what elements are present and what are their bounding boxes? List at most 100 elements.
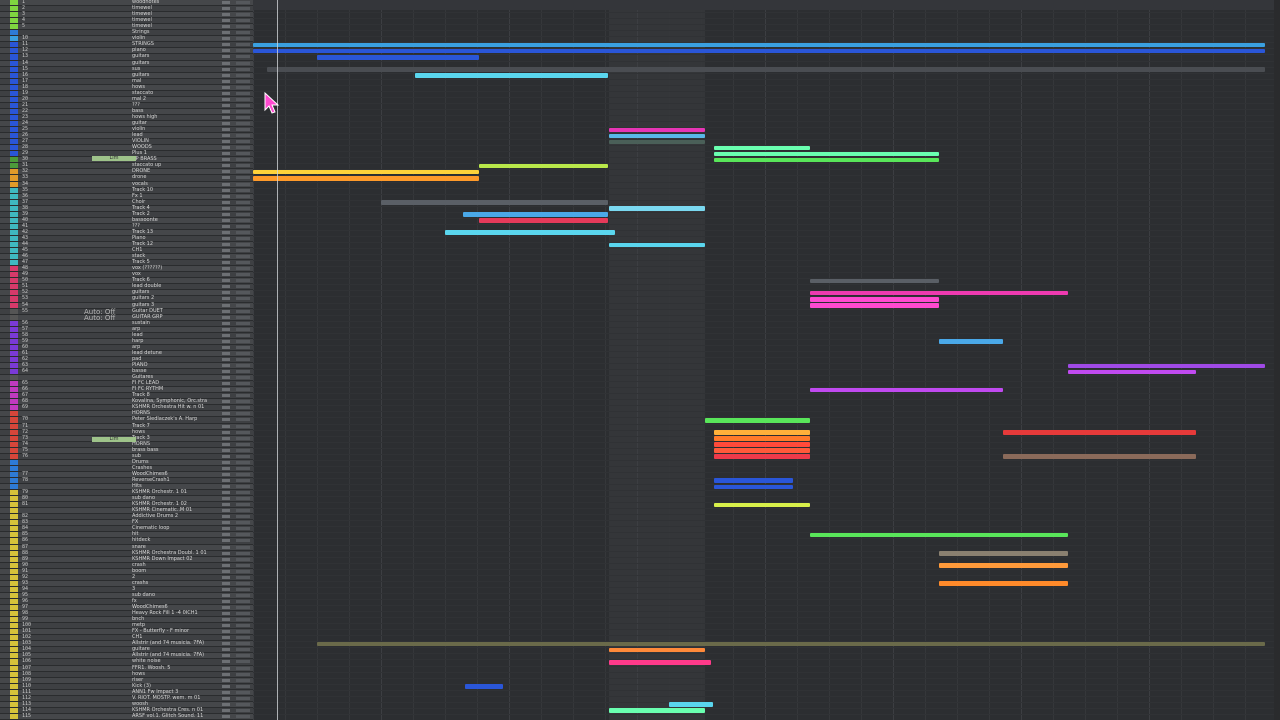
track-volume-fader[interactable]	[236, 164, 250, 168]
region[interactable]	[810, 387, 1003, 393]
track-volume-fader[interactable]	[236, 200, 250, 204]
track-volume-fader[interactable]	[236, 678, 250, 682]
region[interactable]	[714, 430, 810, 435]
region[interactable]	[714, 502, 810, 508]
track-name[interactable]: ARSF vol.1. Glitch Sound. 11	[132, 713, 217, 719]
region[interactable]	[253, 48, 1265, 54]
track-volume-fader[interactable]	[236, 1, 250, 4]
track-volume-fader[interactable]	[236, 702, 250, 706]
track-volume-fader[interactable]	[236, 472, 250, 476]
region[interactable]	[705, 417, 810, 423]
track-volume-fader[interactable]	[236, 321, 250, 325]
region[interactable]	[253, 175, 479, 181]
region[interactable]	[609, 242, 705, 248]
track-volume-fader[interactable]	[236, 206, 250, 210]
region[interactable]	[415, 73, 608, 78]
track-volume-fader[interactable]	[236, 587, 250, 591]
track-volume-fader[interactable]	[236, 370, 250, 374]
region[interactable]	[381, 200, 608, 205]
region[interactable]	[939, 339, 1003, 344]
track-volume-fader[interactable]	[236, 218, 250, 222]
track-volume-fader[interactable]	[236, 606, 250, 610]
track-volume-fader[interactable]	[236, 182, 250, 186]
track-inspector-button[interactable]: Lim	[92, 437, 136, 442]
track-volume-fader[interactable]	[236, 412, 250, 416]
track-volume-fader[interactable]	[236, 593, 250, 597]
track-volume-fader[interactable]	[236, 642, 250, 646]
region[interactable]	[714, 436, 810, 441]
track-volume-fader[interactable]	[236, 388, 250, 392]
region[interactable]	[479, 218, 608, 223]
track-volume-fader[interactable]	[236, 97, 250, 101]
track-volume-fader[interactable]	[236, 309, 250, 313]
track-volume-fader[interactable]	[236, 261, 250, 265]
track-volume-fader[interactable]	[236, 714, 250, 718]
automation-mode-label[interactable]: Auto: Off	[84, 314, 115, 322]
track-volume-fader[interactable]	[236, 188, 250, 192]
track-volume-fader[interactable]	[236, 176, 250, 180]
track-volume-fader[interactable]	[236, 636, 250, 640]
track-volume-fader[interactable]	[236, 31, 250, 35]
track-volume-fader[interactable]	[236, 497, 250, 501]
track-volume-fader[interactable]	[236, 291, 250, 295]
track-volume-fader[interactable]	[236, 666, 250, 670]
track-volume-fader[interactable]	[236, 255, 250, 259]
track-volume-fader[interactable]	[236, 551, 250, 555]
track-volume-fader[interactable]	[236, 91, 250, 95]
region[interactable]	[810, 296, 939, 302]
track-volume-fader[interactable]	[236, 37, 250, 41]
track-volume-fader[interactable]	[236, 660, 250, 664]
track-volume-fader[interactable]	[236, 382, 250, 386]
track-volume-fader[interactable]	[236, 503, 250, 507]
track-volume-fader[interactable]	[236, 654, 250, 658]
region[interactable]	[445, 230, 615, 235]
track-volume-fader[interactable]	[236, 115, 250, 119]
track-volume-fader[interactable]	[236, 303, 250, 307]
track-volume-fader[interactable]	[236, 515, 250, 519]
track-volume-fader[interactable]	[236, 345, 250, 349]
track-volume-fader[interactable]	[236, 466, 250, 470]
track-volume-fader[interactable]	[236, 236, 250, 240]
track-volume-fader[interactable]	[236, 672, 250, 676]
region[interactable]	[253, 169, 479, 175]
track-volume-fader[interactable]	[236, 690, 250, 694]
region[interactable]	[609, 647, 705, 653]
region[interactable]	[609, 659, 711, 665]
track-volume-fader[interactable]	[236, 224, 250, 228]
region[interactable]	[939, 551, 1068, 556]
track-volume-fader[interactable]	[236, 618, 250, 622]
region[interactable]	[669, 702, 713, 707]
region[interactable]	[609, 139, 705, 145]
track-volume-fader[interactable]	[236, 648, 250, 652]
track-volume-fader[interactable]	[236, 708, 250, 712]
region[interactable]	[609, 127, 705, 133]
track-volume-fader[interactable]	[236, 230, 250, 234]
region[interactable]	[714, 151, 939, 157]
region[interactable]	[1003, 430, 1196, 435]
region[interactable]	[714, 478, 793, 484]
track-volume-fader[interactable]	[236, 539, 250, 543]
region[interactable]	[317, 641, 1265, 647]
track-volume-fader[interactable]	[236, 478, 250, 482]
track-volume-fader[interactable]	[236, 430, 250, 434]
track-volume-fader[interactable]	[236, 418, 250, 422]
track-inspector-button[interactable]: Lim	[92, 156, 136, 161]
track-volume-fader[interactable]	[236, 630, 250, 634]
track-volume-fader[interactable]	[236, 128, 250, 132]
region[interactable]	[1068, 363, 1265, 369]
region[interactable]	[714, 484, 793, 490]
region[interactable]	[463, 212, 608, 217]
track-volume-fader[interactable]	[236, 285, 250, 289]
track-volume-fader[interactable]	[236, 267, 250, 271]
timeline-ruler[interactable]	[253, 0, 1280, 10]
track-volume-fader[interactable]	[236, 85, 250, 89]
track-volume-fader[interactable]	[236, 624, 250, 628]
track-volume-fader[interactable]	[236, 273, 250, 277]
track-volume-fader[interactable]	[236, 170, 250, 174]
region[interactable]	[939, 581, 1068, 586]
vertical-scrollbar[interactable]	[1274, 0, 1280, 720]
region[interactable]	[609, 708, 705, 713]
track-volume-fader[interactable]	[236, 315, 250, 319]
track-volume-fader[interactable]	[236, 485, 250, 489]
track-volume-fader[interactable]	[236, 454, 250, 458]
